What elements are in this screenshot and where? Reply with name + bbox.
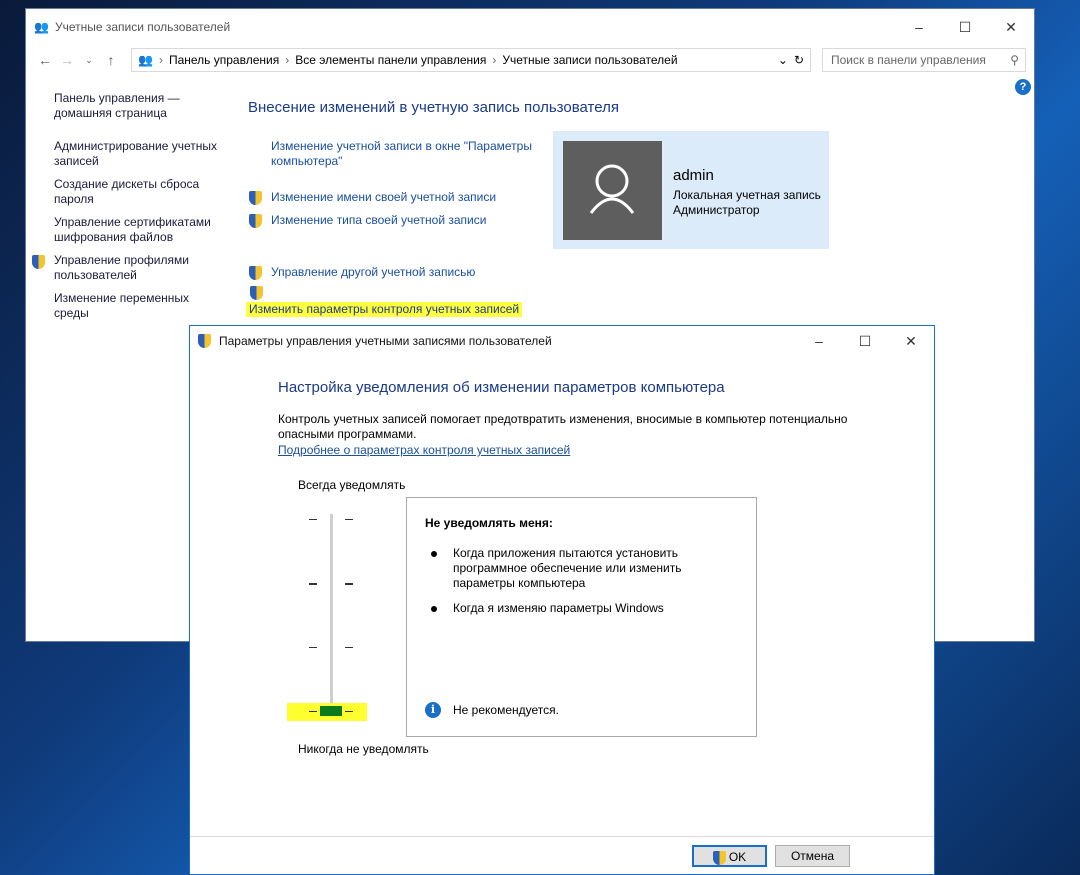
- recent-dropdown[interactable]: ⌄: [78, 55, 100, 66]
- shield-icon: [249, 214, 262, 228]
- avatar: [563, 141, 662, 240]
- window-title: Учетные записи пользователей: [54, 20, 231, 34]
- breadcrumb-item[interactable]: Учетные записи пользователей: [502, 53, 677, 67]
- slider-thumb[interactable]: [320, 706, 342, 716]
- title-bar: 👥 Учетные записи пользователей – ☐ ✕: [26, 9, 1034, 45]
- shield-icon: [249, 266, 262, 280]
- bullet-item: Когда приложения пытаются установить про…: [429, 546, 729, 591]
- slider-tick: [309, 711, 317, 712]
- dialog-footer: OK Отмена: [190, 836, 934, 874]
- recommendation-note: Не рекомендуется.: [453, 703, 559, 717]
- search-icon[interactable]: ⚲: [1010, 53, 1019, 67]
- sidebar-item-env-vars[interactable]: Изменение переменных среды: [54, 291, 224, 321]
- shield-icon: [32, 255, 45, 269]
- sidebar-item-certificates[interactable]: Управление сертификатами шифрования файл…: [54, 215, 224, 245]
- learn-more-link[interactable]: Подробнее о параметрах контроля учетных …: [278, 443, 570, 457]
- up-button[interactable]: ↑: [100, 52, 122, 68]
- uac-settings-dialog: Параметры управления учетными записями п…: [189, 325, 935, 875]
- sidebar-item-home[interactable]: Панель управления — домашняя страница: [54, 91, 224, 121]
- slider-tick: [309, 519, 317, 520]
- user-name: admin: [673, 167, 714, 184]
- breadcrumb-item[interactable]: Панель управления: [169, 53, 279, 67]
- link-change-name[interactable]: Изменение имени своей учетной записи: [249, 190, 496, 205]
- users-icon: 👥: [138, 53, 153, 67]
- sidebar: Панель управления — домашняя страница Ад…: [32, 91, 224, 329]
- user-icon: [589, 164, 635, 214]
- user-role: Администратор: [673, 203, 760, 217]
- slider-tick: [309, 583, 317, 585]
- refresh-icon[interactable]: ↻: [794, 53, 804, 67]
- slider-tick: [345, 647, 353, 648]
- address-bar[interactable]: 👥 › Панель управления › Все элементы панел…: [131, 48, 811, 72]
- dialog-title-bar: Параметры управления учетными записями п…: [190, 326, 934, 356]
- dialog-title: Параметры управления учетными записями п…: [219, 334, 552, 348]
- search-placeholder: Поиск в панели управления: [831, 53, 986, 67]
- ok-button[interactable]: OK: [692, 845, 767, 867]
- user-card: admin Локальная учетная запись Администра…: [553, 131, 829, 249]
- slider-tick: [345, 711, 353, 712]
- slider-tick: [345, 583, 353, 585]
- nav-bar: ← → ⌄ ↑ 👥 › Панель управления › Все элемен…: [26, 47, 1034, 73]
- back-button[interactable]: ←: [34, 52, 56, 68]
- shield-icon: [250, 286, 263, 300]
- maximize-button[interactable]: ☐: [842, 333, 888, 350]
- link-uac-settings[interactable]: Изменить параметры контроля учетных запи…: [246, 302, 523, 317]
- shield-icon: [249, 191, 262, 205]
- description-box: Не уведомлять меня: Когда приложения пыт…: [406, 497, 757, 737]
- sidebar-item-admin[interactable]: Администрирование учетных записей: [54, 139, 224, 169]
- info-icon: i: [425, 702, 441, 718]
- slider-bottom-label: Никогда не уведомлять: [298, 742, 429, 756]
- link-change-type[interactable]: Изменение типа своей учетной записи: [249, 213, 486, 228]
- chevron-down-icon[interactable]: ⌄: [778, 53, 788, 67]
- forward-button[interactable]: →: [56, 52, 78, 68]
- slider-tick: [309, 647, 317, 648]
- minimize-button[interactable]: –: [896, 19, 942, 36]
- bullet-item: Когда я изменяю параметры Windows: [429, 601, 729, 616]
- minimize-button[interactable]: –: [796, 333, 842, 350]
- slider-top-label: Всегда уведомлять: [298, 478, 406, 492]
- page-title: Внесение изменений в учетную запись поль…: [248, 99, 619, 116]
- dialog-description: Контроль учетных записей помогает предот…: [278, 412, 848, 441]
- breadcrumb-item[interactable]: Все элементы панели управления: [295, 53, 486, 67]
- maximize-button[interactable]: ☐: [942, 19, 988, 36]
- shield-icon: [198, 334, 211, 348]
- sidebar-item-profiles[interactable]: Управление профилями пользователей: [32, 253, 224, 283]
- uac-slider[interactable]: [330, 514, 333, 714]
- close-button[interactable]: ✕: [888, 333, 934, 350]
- close-button[interactable]: ✕: [988, 19, 1034, 36]
- dialog-heading: Настройка уведомления об изменении парам…: [278, 379, 725, 396]
- slider-tick: [345, 519, 353, 520]
- sidebar-item-reset-disk[interactable]: Создание дискеты сброса пароля: [54, 177, 224, 207]
- user-type: Локальная учетная запись: [673, 188, 821, 202]
- shield-icon: [712, 850, 726, 865]
- help-icon[interactable]: ?: [1015, 79, 1031, 95]
- box-title: Не уведомлять меня:: [425, 516, 553, 530]
- link-manage-other[interactable]: Управление другой учетной записью: [249, 265, 475, 280]
- search-input[interactable]: Поиск в панели управления ⚲: [822, 48, 1026, 72]
- link-pc-settings[interactable]: Изменение учетной записи в окне "Парамет…: [271, 139, 541, 169]
- cancel-button[interactable]: Отмена: [775, 845, 850, 867]
- users-icon: 👥: [34, 20, 49, 34]
